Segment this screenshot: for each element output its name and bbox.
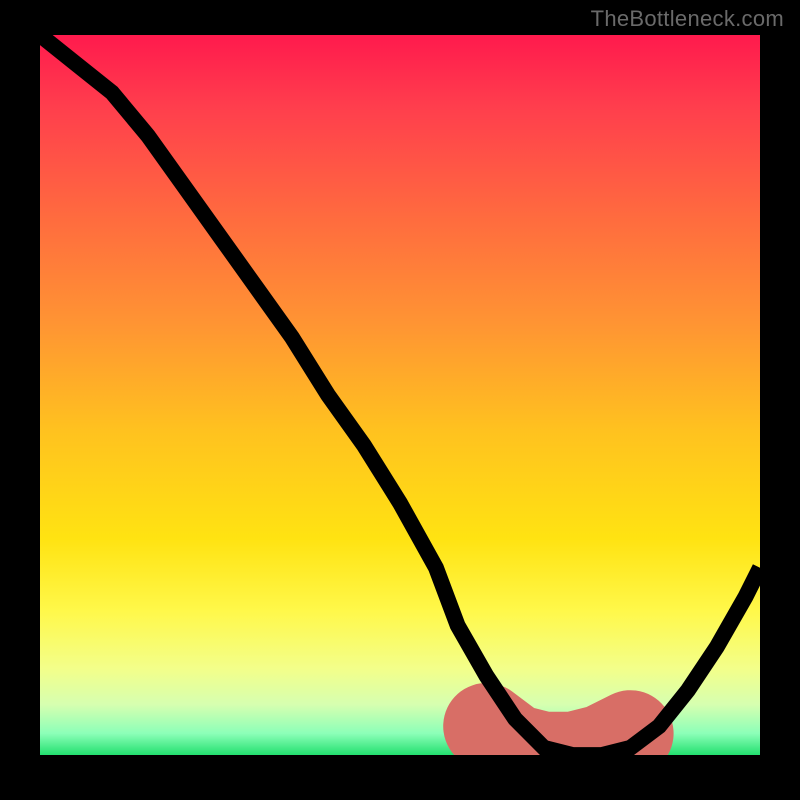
watermark-text: TheBottleneck.com — [591, 6, 784, 32]
chart-svg — [40, 35, 760, 755]
chart-plot-area — [40, 35, 760, 755]
